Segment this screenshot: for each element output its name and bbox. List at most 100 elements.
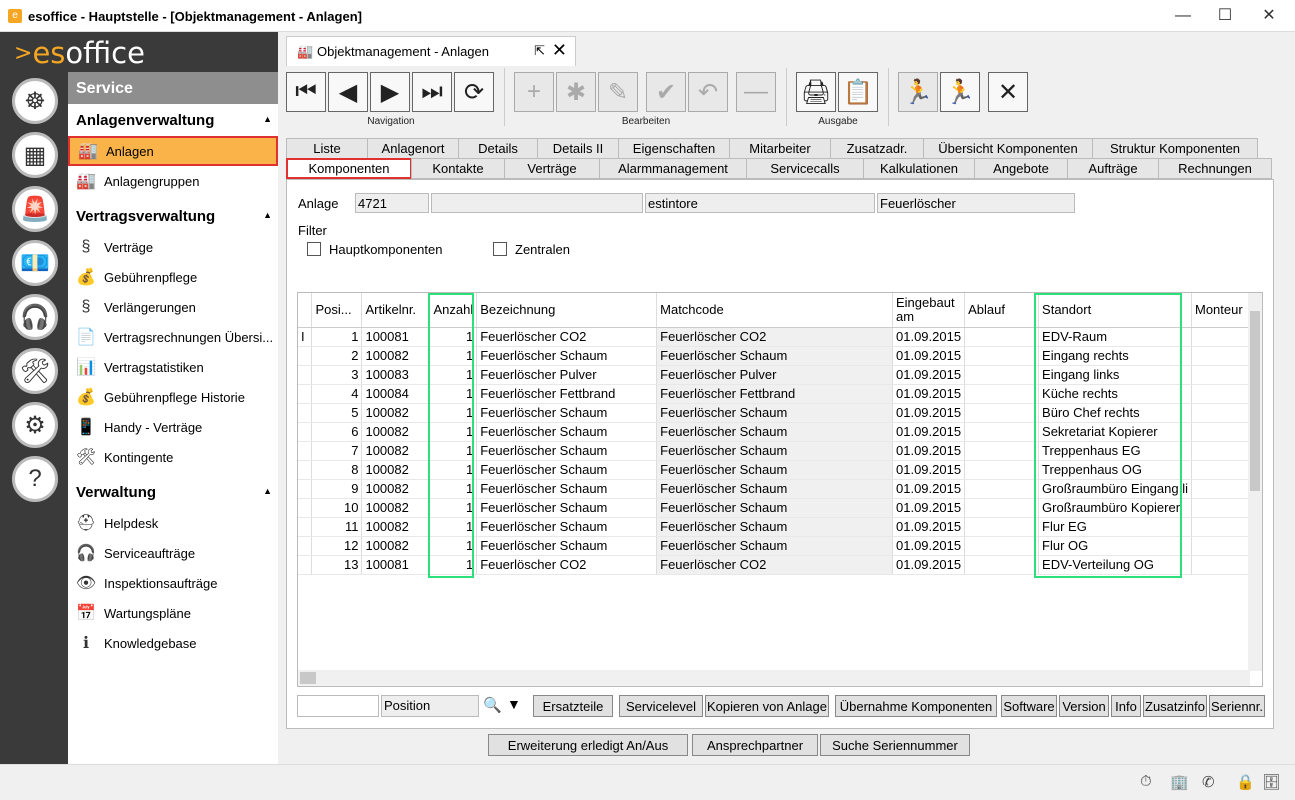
grid-cell[interactable]: 100082: [361, 346, 431, 366]
tab-kontakte[interactable]: Kontakte: [411, 158, 505, 179]
grid-cell[interactable]: EDV-Raum: [1038, 327, 1192, 347]
grid-cell[interactable]: 01.09.2015: [892, 498, 966, 518]
grid-cell[interactable]: 01.09.2015: [892, 365, 966, 385]
sidebar-item-kontingente[interactable]: 🛠 Kontingente: [68, 442, 278, 472]
grid-cell[interactable]: 100082: [361, 498, 431, 518]
table-row[interactable]: 7 100082 1 Feuerlöscher Schaum Feuerlöscher …: [298, 441, 1262, 461]
grid-cell[interactable]: 100082: [361, 441, 431, 461]
column-header-bezeichnung[interactable]: Bezeichnung: [476, 293, 658, 328]
tab-eigenschaften[interactable]: Eigenschaften: [618, 138, 730, 159]
grid-cell[interactable]: 5: [311, 403, 363, 423]
previous-record-button[interactable]: ◀: [328, 72, 368, 112]
grid-cell[interactable]: Feuerlöscher Schaum: [656, 517, 893, 537]
nav-section-1[interactable]: Vertragsverwaltung ▲: [68, 200, 278, 232]
collapse-caret-icon[interactable]: ▲: [263, 486, 272, 496]
first-record-button[interactable]: ⏮: [286, 72, 326, 112]
grid-cell[interactable]: 100084: [361, 384, 431, 404]
grid-cell[interactable]: [964, 536, 1040, 556]
sidebar-item-knowledgebase[interactable]: ℹ Knowledgebase: [68, 628, 278, 658]
zusatzinfo-button[interactable]: Zusatzinfo: [1143, 695, 1207, 717]
minimize-button[interactable]: —: [1160, 4, 1206, 28]
save-button[interactable]: ✔: [646, 72, 686, 112]
gears-icon[interactable]: ⚙: [12, 402, 58, 448]
print-button[interactable]: 🖨: [796, 72, 836, 112]
close-window-button[interactable]: ✕: [1246, 4, 1292, 28]
column-header-eingebaut-am[interactable]: Eingebaut am: [892, 293, 966, 328]
grid-cell[interactable]: 1: [429, 498, 478, 518]
column-header-anzahl[interactable]: Anzahl: [429, 293, 478, 328]
übernahme-komponenten-button[interactable]: Übernahme Komponenten: [835, 695, 997, 717]
grid-cell[interactable]: 1: [429, 327, 478, 347]
grid-cell[interactable]: Feuerlöscher Schaum: [476, 536, 658, 556]
last-record-button[interactable]: ⏭: [412, 72, 452, 112]
column-header-ablauf[interactable]: Ablauf: [964, 293, 1040, 328]
export-button[interactable]: 📋: [838, 72, 878, 112]
tab-struktur-komponenten[interactable]: Struktur Komponenten: [1092, 138, 1258, 159]
grid-cell[interactable]: Treppenhaus EG: [1038, 441, 1192, 461]
grid-cell[interactable]: Feuerlöscher Schaum: [476, 346, 658, 366]
sidebar-item-anlagen[interactable]: 🏭 Anlagen: [68, 136, 278, 166]
grid-cell[interactable]: 1: [429, 365, 478, 385]
alarm-light-icon[interactable]: 🚨: [12, 186, 58, 232]
tab-rechnungen[interactable]: Rechnungen: [1158, 158, 1272, 179]
sidebar-item-verträge[interactable]: § Verträge: [68, 232, 278, 262]
headset-icon[interactable]: 🎧: [12, 294, 58, 340]
refresh-button[interactable]: ⟳: [454, 72, 494, 112]
grid-cell[interactable]: [964, 365, 1040, 385]
grid-cell[interactable]: [964, 422, 1040, 442]
column-header-artikelnr[interactable]: Artikelnr.: [361, 293, 431, 328]
tab-zusatzadr-[interactable]: Zusatzadr.: [830, 138, 924, 159]
building-icon[interactable]: 🏢: [1170, 773, 1189, 791]
grid-cell[interactable]: 9: [311, 479, 363, 499]
help-icon[interactable]: ?: [12, 456, 58, 502]
floorplan-icon[interactable]: ▦: [12, 132, 58, 178]
grid-cell[interactable]: 1: [429, 384, 478, 404]
grid-cell[interactable]: 3: [311, 365, 363, 385]
maximize-button[interactable]: ☐: [1202, 4, 1248, 28]
lock-icon[interactable]: 🔒: [1236, 773, 1255, 791]
sidebar-item-handy-verträge[interactable]: 📱 Handy - Verträge: [68, 412, 278, 442]
grid-cell[interactable]: Büro Chef rechts: [1038, 403, 1192, 423]
table-row[interactable]: 12 100082 1 Feuerlöscher Schaum Feuerlöscher…: [298, 536, 1262, 556]
grid-cell[interactable]: 1: [429, 555, 478, 575]
close-tab-icon[interactable]: ✕: [552, 40, 567, 61]
grid-cell[interactable]: Großraumbüro Kopierer: [1038, 498, 1192, 518]
table-row[interactable]: 2 100082 1 Feuerlöscher Schaum Feuerlöscher …: [298, 346, 1262, 366]
grid-cell[interactable]: Feuerlöscher Schaum: [656, 460, 893, 480]
software-button[interactable]: Software: [1001, 695, 1057, 717]
grid-cell[interactable]: Feuerlöscher Schaum: [656, 536, 893, 556]
sidebar-item-gebührenpflege-historie[interactable]: 💰 Gebührenpflege Historie: [68, 382, 278, 412]
grid-cell[interactable]: Eingang links: [1038, 365, 1192, 385]
grid-cell[interactable]: Feuerlöscher Schaum: [656, 479, 893, 499]
grid-cell[interactable]: 100082: [361, 403, 431, 423]
grid-cell[interactable]: Feuerlöscher Schaum: [476, 403, 658, 423]
table-row[interactable]: 11 100082 1 Feuerlöscher Schaum Feuerlöscher…: [298, 517, 1262, 537]
tab-liste[interactable]: Liste: [286, 138, 368, 159]
tools-icon[interactable]: 🛠: [12, 348, 58, 394]
grid-cell[interactable]: Flur OG: [1038, 536, 1192, 556]
tab-details[interactable]: Details: [458, 138, 538, 159]
tab-servicecalls[interactable]: Servicecalls: [746, 158, 864, 179]
sidebar-item-gebührenpflege[interactable]: 💰 Gebührenpflege: [68, 262, 278, 292]
grid-cell[interactable]: 8: [311, 460, 363, 480]
grid-cell[interactable]: Feuerlöscher Schaum: [656, 498, 893, 518]
grid-cell[interactable]: 01.09.2015: [892, 327, 966, 347]
servicelevel-button[interactable]: Servicelevel: [619, 695, 703, 717]
grid-cell[interactable]: Feuerlöscher Fettbrand: [656, 384, 893, 404]
table-row[interactable]: 9 100082 1 Feuerlöscher Schaum Feuerlöscher …: [298, 479, 1262, 499]
grid-cell[interactable]: 10: [311, 498, 363, 518]
collapse-caret-icon[interactable]: ▲: [263, 114, 272, 124]
grid-cell[interactable]: Flur EG: [1038, 517, 1192, 537]
grid-cell[interactable]: 100082: [361, 517, 431, 537]
column-header-standort[interactable]: Standort: [1038, 293, 1192, 328]
grid-cell[interactable]: Küche rechts: [1038, 384, 1192, 404]
edit-button[interactable]: ✎: [598, 72, 638, 112]
grid-cell[interactable]: [964, 441, 1040, 461]
grid-cell[interactable]: [964, 555, 1040, 575]
grid-cell[interactable]: 01.09.2015: [892, 422, 966, 442]
grid-cell[interactable]: 01.09.2015: [892, 517, 966, 537]
nav-section-0[interactable]: Anlagenverwaltung ▲: [68, 104, 278, 136]
tab-verträge[interactable]: Verträge: [504, 158, 600, 179]
seriennr-button[interactable]: Seriennr.: [1209, 695, 1265, 717]
grid-cell[interactable]: 100082: [361, 422, 431, 442]
